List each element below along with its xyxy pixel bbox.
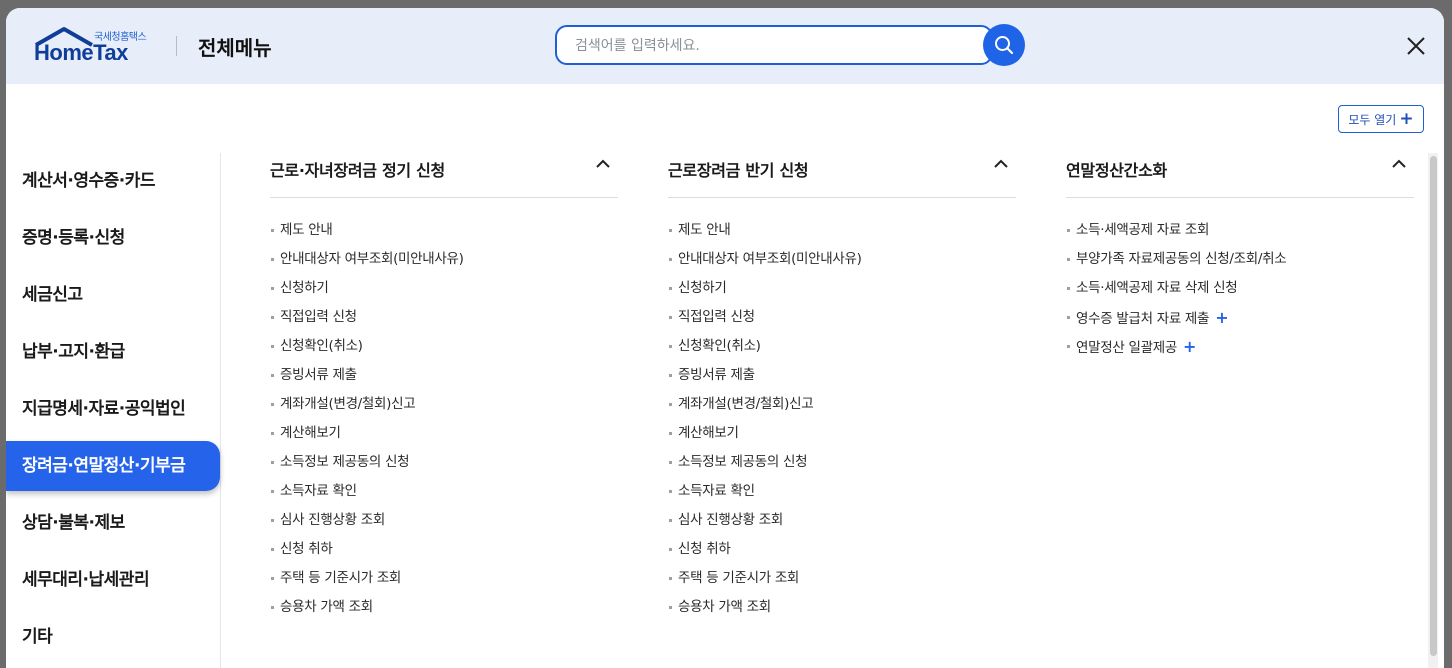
list-item[interactable]: 심사 진행상황 조회 <box>668 506 1016 535</box>
list-item[interactable]: 증빙서류 제출 <box>270 361 618 390</box>
column-title: 근로장려금 반기 신청 <box>668 161 809 180</box>
list-item[interactable]: 신청확인(취소) <box>668 332 1016 361</box>
menu-list: 소득·세액공제 자료 조회 부양가족 자료제공동의 신청/조회/취소 소득·세액… <box>1066 216 1414 361</box>
all-menu-modal: 국세청홈택스 HomeTax 전체메뉴 모두 열기 + 계산서·영수증·카드 증… <box>6 8 1444 668</box>
list-item[interactable]: 신청확인(취소) <box>270 332 618 361</box>
scrollbar-thumb[interactable] <box>1430 156 1437 656</box>
list-item[interactable]: 안내대상자 여부조회(미안내사유) <box>668 245 1016 274</box>
list-item[interactable]: 신청 취하 <box>270 535 618 564</box>
list-item-expandable[interactable]: 영수증 발급처 자료 제출 + <box>1066 303 1414 332</box>
menu-list: 제도 안내 안내대상자 여부조회(미안내사유) 신청하기 직접입력 신청 신청확… <box>270 216 618 622</box>
sidebar-item-tax-filing[interactable]: 세금신고 <box>6 267 220 324</box>
list-item[interactable]: 소득자료 확인 <box>270 477 618 506</box>
header-divider <box>176 36 177 56</box>
column-header[interactable]: 근로장려금 반기 신청 <box>668 153 1016 198</box>
list-item[interactable]: 제도 안내 <box>270 216 618 245</box>
search-box <box>555 25 993 65</box>
list-item[interactable]: 승용차 가액 조회 <box>270 593 618 622</box>
close-icon <box>1407 37 1425 55</box>
list-item[interactable]: 제도 안내 <box>668 216 1016 245</box>
list-item[interactable]: 소득정보 제공동의 신청 <box>668 448 1016 477</box>
list-item[interactable]: 신청하기 <box>270 274 618 303</box>
sidebar-item-invoice-receipt-card[interactable]: 계산서·영수증·카드 <box>6 153 220 210</box>
list-item-label: 연말정산 일괄제공 <box>1076 340 1177 356</box>
list-item[interactable]: 신청 취하 <box>668 535 1016 564</box>
page-title: 전체메뉴 <box>198 36 272 60</box>
chevron-up-icon <box>1392 159 1406 168</box>
logo-wordmark: HomeTax <box>34 40 128 65</box>
menu-column: 연말정산간소화 소득·세액공제 자료 조회 부양가족 자료제공동의 신청/조회/… <box>1066 153 1414 361</box>
list-item[interactable]: 안내대상자 여부조회(미안내사유) <box>270 245 618 274</box>
open-all-button[interactable]: 모두 열기 + <box>1338 105 1424 133</box>
list-item[interactable]: 직접입력 신청 <box>668 303 1016 332</box>
list-item-expandable[interactable]: 연말정산 일괄제공 + <box>1066 332 1414 361</box>
list-item-label: 영수증 발급처 자료 제출 <box>1076 311 1210 327</box>
list-item[interactable]: 부양가족 자료제공동의 신청/조회/취소 <box>1066 245 1414 274</box>
plus-icon: + <box>1399 108 1414 129</box>
list-item[interactable]: 소득·세액공제 자료 조회 <box>1066 216 1414 245</box>
list-item[interactable]: 주택 등 기준시가 조회 <box>668 564 1016 593</box>
close-button[interactable] <box>1398 33 1434 59</box>
sidebar-item-payment-statement[interactable]: 지급명세·자료·공익법인 <box>6 381 220 438</box>
menu-column: 근로·자녀장려금 정기 신청 제도 안내 안내대상자 여부조회(미안내사유) 신… <box>270 153 618 622</box>
plus-icon[interactable]: + <box>1215 308 1228 327</box>
column-title: 연말정산간소화 <box>1066 161 1167 180</box>
list-item[interactable]: 승용차 가액 조회 <box>668 593 1016 622</box>
sidebar-item-payment-notice-refund[interactable]: 납부·고지·환급 <box>6 324 220 381</box>
search-icon <box>995 36 1014 55</box>
list-item[interactable]: 계좌개설(변경/철회)신고 <box>668 390 1016 419</box>
list-item[interactable]: 심사 진행상황 조회 <box>270 506 618 535</box>
menu-column: 근로장려금 반기 신청 제도 안내 안내대상자 여부조회(미안내사유) 신청하기… <box>668 153 1016 622</box>
hometax-logo[interactable]: 국세청홈택스 HomeTax <box>34 25 159 67</box>
list-item[interactable]: 소득·세액공제 자료 삭제 신청 <box>1066 274 1414 303</box>
list-item[interactable]: 소득정보 제공동의 신청 <box>270 448 618 477</box>
sidebar: 계산서·영수증·카드 증명·등록·신청 세금신고 납부·고지·환급 지급명세·자… <box>6 153 221 668</box>
list-item[interactable]: 직접입력 신청 <box>270 303 618 332</box>
list-item[interactable]: 계좌개설(변경/철회)신고 <box>270 390 618 419</box>
column-header[interactable]: 연말정산간소화 <box>1066 153 1414 198</box>
list-item[interactable]: 신청하기 <box>668 274 1016 303</box>
sidebar-item-consult-appeal-report[interactable]: 상담·불복·제보 <box>6 495 220 552</box>
list-item[interactable]: 증빙서류 제출 <box>668 361 1016 390</box>
column-title: 근로·자녀장려금 정기 신청 <box>270 161 445 180</box>
list-item[interactable]: 주택 등 기준시가 조회 <box>270 564 618 593</box>
sidebar-item-incentive-yearend-donation[interactable]: 장려금·연말정산·기부금 <box>6 441 220 491</box>
sidebar-item-tax-agent[interactable]: 세무대리·납세관리 <box>6 552 220 609</box>
menu-list: 제도 안내 안내대상자 여부조회(미안내사유) 신청하기 직접입력 신청 신청확… <box>668 216 1016 622</box>
open-all-label: 모두 열기 <box>1348 112 1397 127</box>
search-button[interactable] <box>983 24 1025 66</box>
list-item[interactable]: 소득자료 확인 <box>668 477 1016 506</box>
search-input[interactable] <box>575 36 975 56</box>
sidebar-item-etc[interactable]: 기타 <box>6 609 220 666</box>
column-header[interactable]: 근로·자녀장려금 정기 신청 <box>270 153 618 198</box>
plus-icon[interactable]: + <box>1183 337 1196 356</box>
modal-header: 국세청홈택스 HomeTax 전체메뉴 <box>6 8 1444 84</box>
list-item[interactable]: 계산해보기 <box>270 419 618 448</box>
chevron-up-icon <box>596 159 610 168</box>
chevron-up-icon <box>994 159 1008 168</box>
list-item[interactable]: 계산해보기 <box>668 419 1016 448</box>
sidebar-item-certificate-registration[interactable]: 증명·등록·신청 <box>6 210 220 267</box>
